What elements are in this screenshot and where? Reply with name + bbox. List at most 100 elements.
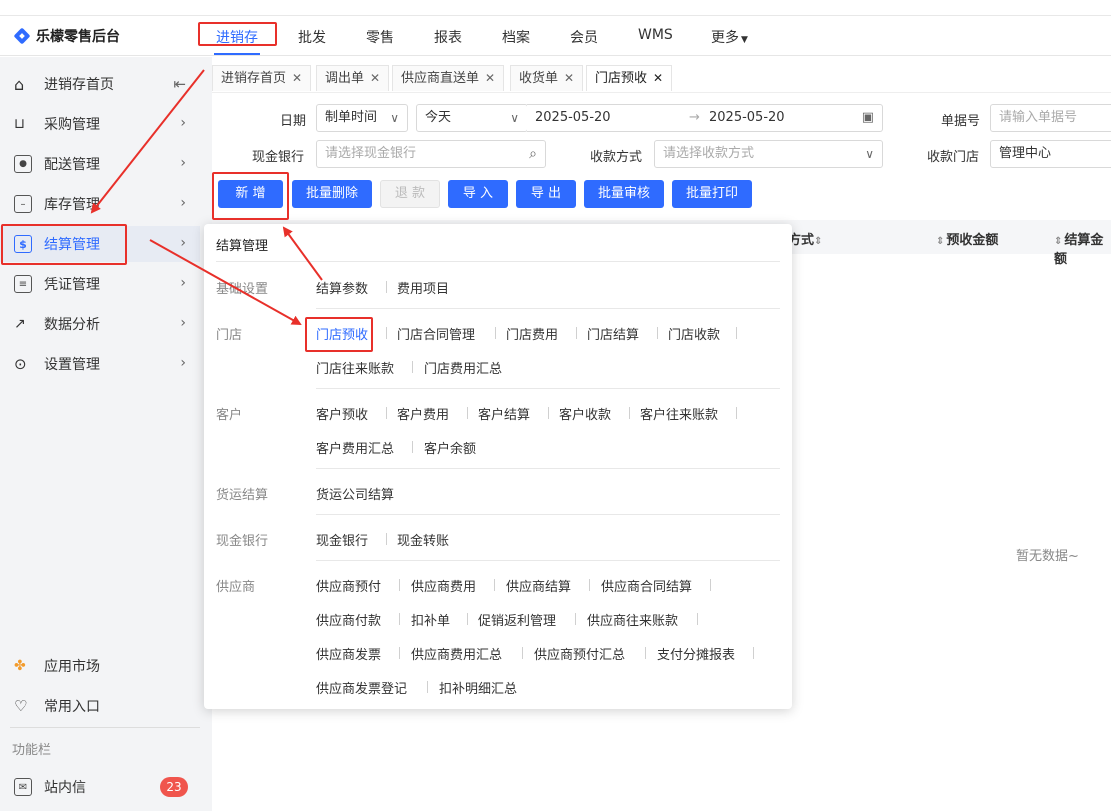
close-icon[interactable]: ✕ — [292, 71, 302, 85]
group-store: 门店 — [216, 328, 243, 343]
menu-customer-collection[interactable]: 客户收款 — [559, 404, 611, 423]
date-range-picker[interactable]: 2025-05-20 → 2025-05-20 ▣ — [527, 104, 883, 132]
nav-item-wms[interactable]: WMS — [638, 27, 673, 43]
close-icon[interactable]: ✕ — [564, 71, 574, 85]
batch-approve-button[interactable]: 批量审核 — [584, 180, 664, 208]
chevron-right-icon: › — [180, 155, 186, 171]
menu-supplier-expense[interactable]: 供应商费用 — [411, 576, 476, 595]
tab-transfer-out[interactable]: 调出单 ✕ — [316, 65, 390, 91]
menu-separator — [412, 361, 413, 373]
sidebar-item-label: 采购管理 — [44, 117, 100, 133]
tab-supplier-direct[interactable]: 供应商直送单 ✕ — [392, 65, 505, 91]
menu-freight-settlement[interactable]: 货运公司结算 — [316, 484, 394, 503]
nav-item-dangan[interactable]: 档案 — [502, 27, 530, 47]
menu-expense-items[interactable]: 费用项目 — [397, 278, 449, 297]
nav-item-huiyuan[interactable]: 会员 — [570, 27, 598, 47]
tab-store-prepay[interactable]: 门店预收 ✕ — [586, 65, 673, 91]
sidebar-item-app-market[interactable]: ✤ 应用市场 — [0, 648, 200, 684]
menu-supplier-invoice[interactable]: 供应商发票 — [316, 644, 381, 663]
import-button[interactable]: 导 入 — [448, 180, 508, 208]
menu-separator — [494, 579, 495, 591]
menu-customer-accounts[interactable]: 客户往来账款 — [640, 404, 718, 423]
menu-supplier-accounts[interactable]: 供应商往来账款 — [587, 610, 678, 629]
menu-supplier-expense-summary[interactable]: 供应商费用汇总 — [411, 644, 502, 663]
pay-method-select[interactable]: 请选择收款方式 ∨ — [654, 140, 883, 168]
menu-supplier-prepay-summary[interactable]: 供应商预付汇总 — [534, 644, 625, 663]
cart-icon: ⊔ — [14, 116, 25, 132]
tab-jxc-home[interactable]: 进销存首页 ✕ — [212, 65, 312, 91]
tab-receipt[interactable]: 收货单 ✕ — [510, 65, 584, 91]
menu-supplier-settlement[interactable]: 供应商结算 — [506, 576, 571, 595]
menu-supplier-payment[interactable]: 供应商付款 — [316, 610, 381, 629]
submenu-title: 结算管理 — [216, 239, 269, 254]
batch-print-button[interactable]: 批量打印 — [672, 180, 752, 208]
menu-settlement-params[interactable]: 结算参数 — [316, 278, 368, 297]
menu-store-collection[interactable]: 门店收款 — [668, 324, 720, 343]
menu-store-contract[interactable]: 门店合同管理 — [397, 324, 475, 343]
menu-supplier-prepay[interactable]: 供应商预付 — [316, 576, 381, 595]
sidebar-item-settings[interactable]: ⊙ 设置管理 › — [0, 346, 200, 382]
chevron-right-icon: › — [180, 275, 186, 291]
date-range-select[interactable]: 今天 ∨ — [416, 104, 528, 132]
menu-payment-allocation-report[interactable]: 支付分摊报表 — [657, 644, 735, 663]
menu-store-expense[interactable]: 门店费用 — [506, 324, 558, 343]
sidebar-item-voucher[interactable]: ≡ 凭证管理 › — [0, 266, 200, 302]
nav-item-lingshou[interactable]: 零售 — [366, 27, 394, 47]
date-type-select[interactable]: 制单时间 ∨ — [316, 104, 408, 132]
menu-cash-transfer[interactable]: 现金转账 — [397, 530, 449, 549]
menu-separator — [467, 613, 468, 625]
chevron-down-icon: ∨ — [865, 147, 874, 161]
sidebar-item-label: 配送管理 — [44, 157, 100, 173]
group-freight: 货运结算 — [216, 488, 269, 503]
date-start[interactable]: 2025-05-20 — [535, 110, 611, 125]
group-divider — [316, 514, 780, 515]
sidebar-item-inbox[interactable]: ✉ 站内信 23 — [0, 769, 200, 805]
sidebar-item-inventory[interactable]: – 库存管理 › — [0, 186, 200, 222]
menu-store-accounts[interactable]: 门店往来账款 — [316, 358, 394, 377]
close-icon[interactable]: ✕ — [370, 71, 380, 85]
bank-select[interactable]: 请选择现金银行 ⌕ — [316, 140, 546, 168]
chevron-down-icon: ∨ — [510, 111, 519, 125]
export-button[interactable]: 导 出 — [516, 180, 576, 208]
menu-separator — [427, 681, 428, 693]
menu-store-expense-summary[interactable]: 门店费用汇总 — [424, 358, 502, 377]
sidebar-caption: 功能栏 — [12, 743, 52, 758]
group-divider — [316, 388, 780, 389]
close-icon[interactable]: ✕ — [485, 71, 495, 85]
menu-store-settlement[interactable]: 门店结算 — [587, 324, 639, 343]
refund-button[interactable]: 退 款 — [380, 180, 440, 208]
menu-customer-prepay[interactable]: 客户预收 — [316, 404, 368, 423]
sidebar-item-purchase[interactable]: ⊔ 采购管理 › — [0, 106, 200, 142]
menu-supplier-invoice-register[interactable]: 供应商发票登记 — [316, 678, 407, 697]
search-icon: ⌕ — [529, 146, 537, 162]
menu-promo-rebate[interactable]: 促销返利管理 — [478, 610, 556, 629]
menu-cash-bank[interactable]: 现金银行 — [316, 530, 368, 549]
date-end[interactable]: 2025-05-20 — [709, 105, 785, 131]
nav-item-more[interactable]: 更多 ▼ — [711, 27, 748, 47]
column-header-prepaid-amount[interactable]: ⇕ 预收金额 — [936, 229, 998, 248]
menu-separator — [467, 407, 468, 419]
doc-no-input[interactable]: 请输入单据号 — [990, 104, 1111, 132]
menu-customer-expense-summary[interactable]: 客户费用汇总 — [316, 438, 394, 457]
batch-delete-button[interactable]: 批量删除 — [292, 180, 372, 208]
collapse-icon[interactable]: ⇤ — [173, 75, 186, 93]
store-select[interactable]: 管理中心 — [990, 140, 1111, 168]
close-icon[interactable]: ✕ — [653, 71, 663, 85]
menu-customer-balance[interactable]: 客户余额 — [424, 438, 476, 457]
menu-supplier-contract-settlement[interactable]: 供应商合同结算 — [601, 576, 692, 595]
menu-deduction-detail-summary[interactable]: 扣补明细汇总 — [439, 678, 517, 697]
sidebar-item-analytics[interactable]: ↗ 数据分析 › — [0, 306, 200, 342]
column-header-method[interactable]: 方式⇕ — [788, 229, 824, 248]
column-header-settled-amount[interactable]: ⇕ 结算金额 — [1054, 229, 1111, 267]
menu-customer-expense[interactable]: 客户费用 — [397, 404, 449, 423]
menu-customer-settlement[interactable]: 客户结算 — [478, 404, 530, 423]
sidebar-item-delivery[interactable]: ● 配送管理 › — [0, 146, 200, 182]
menu-separator — [629, 407, 630, 419]
nav-item-pifa[interactable]: 批发 — [298, 27, 326, 47]
sidebar-item-favorites[interactable]: ♡ 常用入口 — [0, 688, 200, 724]
annotation-box-store-prepay — [305, 317, 373, 352]
sidebar-item-home[interactable]: ⌂ 进销存首页 ⇤ — [0, 66, 200, 102]
menu-separator — [710, 579, 711, 591]
menu-deduction-voucher[interactable]: 扣补单 — [411, 610, 450, 629]
nav-item-baobiao[interactable]: 报表 — [434, 27, 462, 47]
